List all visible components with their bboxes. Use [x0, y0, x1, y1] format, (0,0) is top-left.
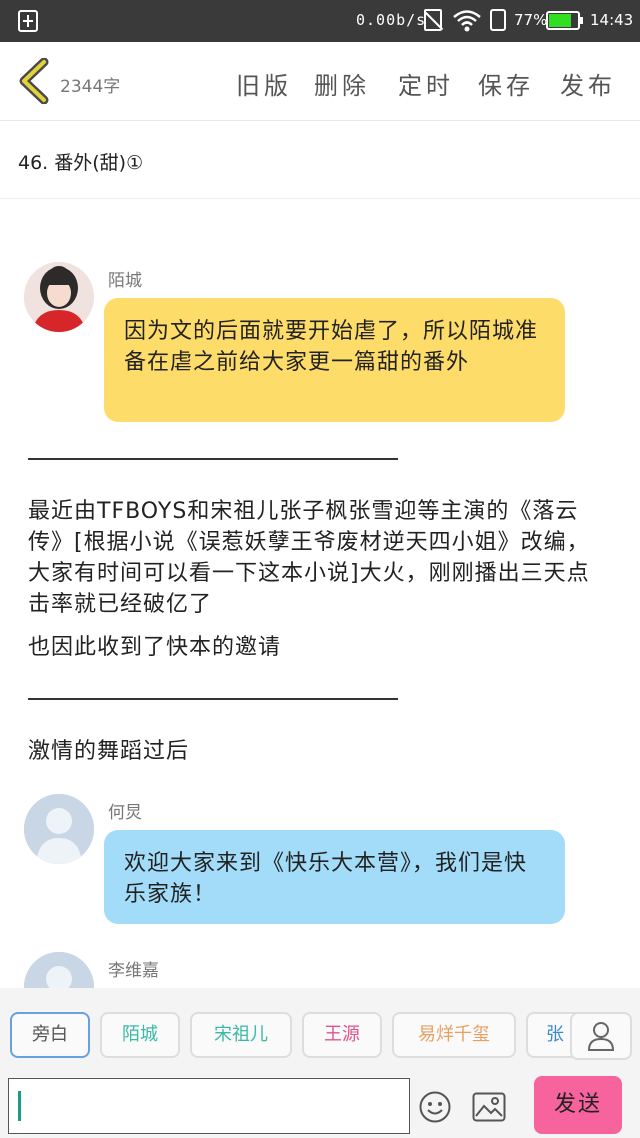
narration-text[interactable]: 激情的舞蹈过后: [28, 736, 610, 767]
save-button[interactable]: 保存: [478, 66, 534, 101]
screen-rotation-icon: [490, 9, 506, 31]
message-input[interactable]: [8, 1078, 410, 1134]
default-avatar-icon: [24, 794, 94, 864]
character-chip[interactable]: 陌城: [100, 1012, 180, 1058]
character-chip-bar[interactable]: 旁白 陌城 宋祖儿 王源 易烊千玺 张: [0, 1012, 640, 1060]
character-chip[interactable]: 王源: [302, 1012, 382, 1058]
schedule-button[interactable]: 定时: [398, 66, 454, 101]
smiley-icon[interactable]: [418, 1090, 452, 1124]
message-bubble[interactable]: 欢迎大家来到《快乐大本营》，我们是快乐家族！: [104, 830, 565, 924]
publish-button[interactable]: 发布: [560, 66, 616, 101]
battery-icon: [546, 11, 583, 30]
narration-text[interactable]: 最近由TFBOYS和宋祖儿张子枫张雪迎等主演的《落云传》[根据小说《误惹妖孽王爷…: [28, 496, 610, 620]
clock: 14:43: [590, 11, 634, 29]
avatar[interactable]: [24, 794, 94, 864]
battery-level-fill: [549, 14, 571, 27]
no-sim-icon: [424, 9, 442, 31]
delete-button[interactable]: 删除: [314, 66, 370, 101]
narration-text[interactable]: 也因此收到了快本的邀请: [28, 632, 610, 663]
person-button[interactable]: [570, 1012, 632, 1060]
add-box-icon: [18, 10, 38, 32]
character-chip[interactable]: 易烊千玺: [392, 1012, 516, 1058]
text-caret: [18, 1091, 21, 1121]
speaker-name: 陌城: [108, 271, 142, 291]
character-chip[interactable]: 旁白: [10, 1012, 90, 1058]
old-version-button[interactable]: 旧版: [236, 66, 292, 101]
speaker-name: 李维嘉: [108, 961, 159, 981]
speaker-name: 何炅: [108, 803, 142, 823]
status-bar: 0.00b/s 77% 14:43: [0, 0, 640, 42]
character-chip[interactable]: 宋祖儿: [190, 1012, 292, 1058]
divider: [0, 198, 640, 199]
send-button[interactable]: 发送: [534, 1076, 622, 1134]
network-speed: 0.00b/s: [356, 11, 427, 29]
avatar-photo-icon: [24, 262, 94, 332]
chevron-left-icon[interactable]: [14, 58, 54, 104]
editor-toolbar: 2344字 旧版 删除 定时 保存 发布: [0, 42, 640, 121]
wifi-icon: [453, 10, 481, 32]
word-count: 2344字: [60, 77, 121, 97]
narration-divider: [28, 698, 398, 700]
avatar[interactable]: [24, 262, 94, 332]
message-bubble[interactable]: 因为文的后面就要开始虐了，所以陌城准备在虐之前给大家更一篇甜的番外: [104, 298, 565, 422]
chapter-title[interactable]: 46. 番外(甜)①: [18, 148, 143, 175]
narration-divider: [28, 458, 398, 460]
battery-percent: 77%: [514, 11, 548, 29]
image-icon[interactable]: [472, 1092, 506, 1122]
person-icon: [587, 1022, 615, 1051]
